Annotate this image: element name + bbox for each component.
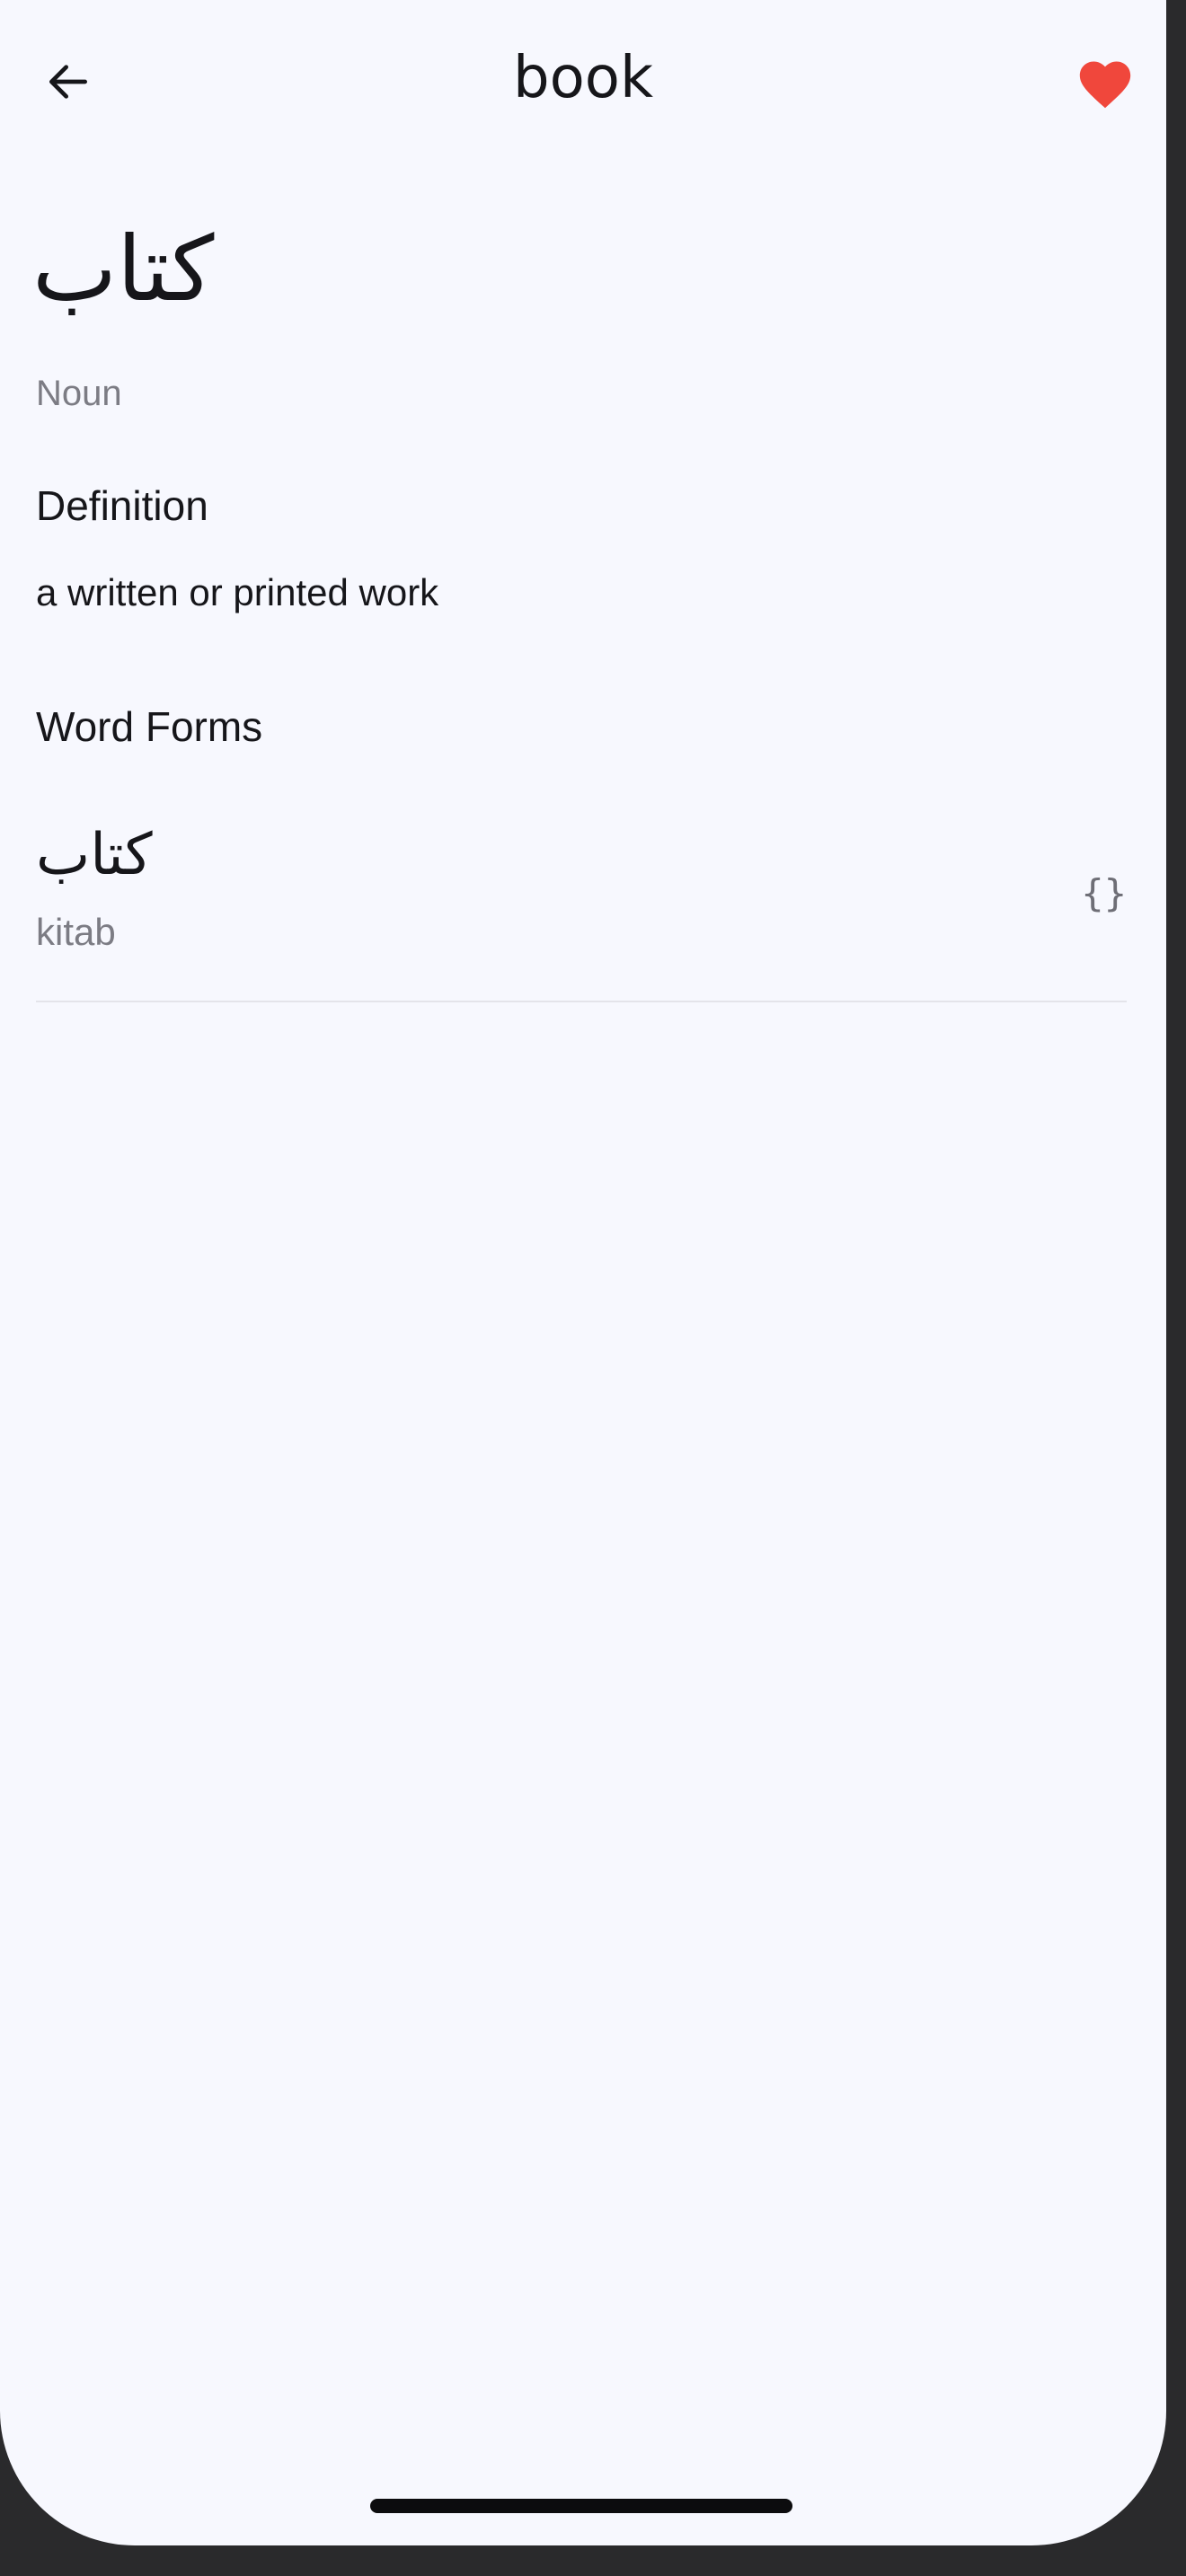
entry-arabic-word: كتاب (32, 216, 215, 322)
page-title: book (513, 45, 653, 111)
part-of-speech: Noun (36, 374, 122, 413)
braces-icon: {} (1081, 871, 1127, 915)
favorite-button[interactable] (1069, 49, 1141, 114)
word-form-arabic: كتاب (36, 822, 153, 888)
word-forms-heading: Word Forms (36, 703, 263, 750)
home-indicator (370, 2499, 792, 2513)
heart-filled-icon (1079, 61, 1131, 109)
definition-text: a written or printed work (36, 571, 439, 613)
definition-heading: Definition (36, 482, 208, 529)
device-frame: book كتاب Noun Definition a written or p… (0, 0, 1186, 2576)
word-form-item[interactable]: كتاب kitab {} (36, 817, 1127, 1002)
word-form-transliteration: kitab (36, 911, 116, 953)
app-screen: book كتاب Noun Definition a written or p… (0, 0, 1166, 2545)
